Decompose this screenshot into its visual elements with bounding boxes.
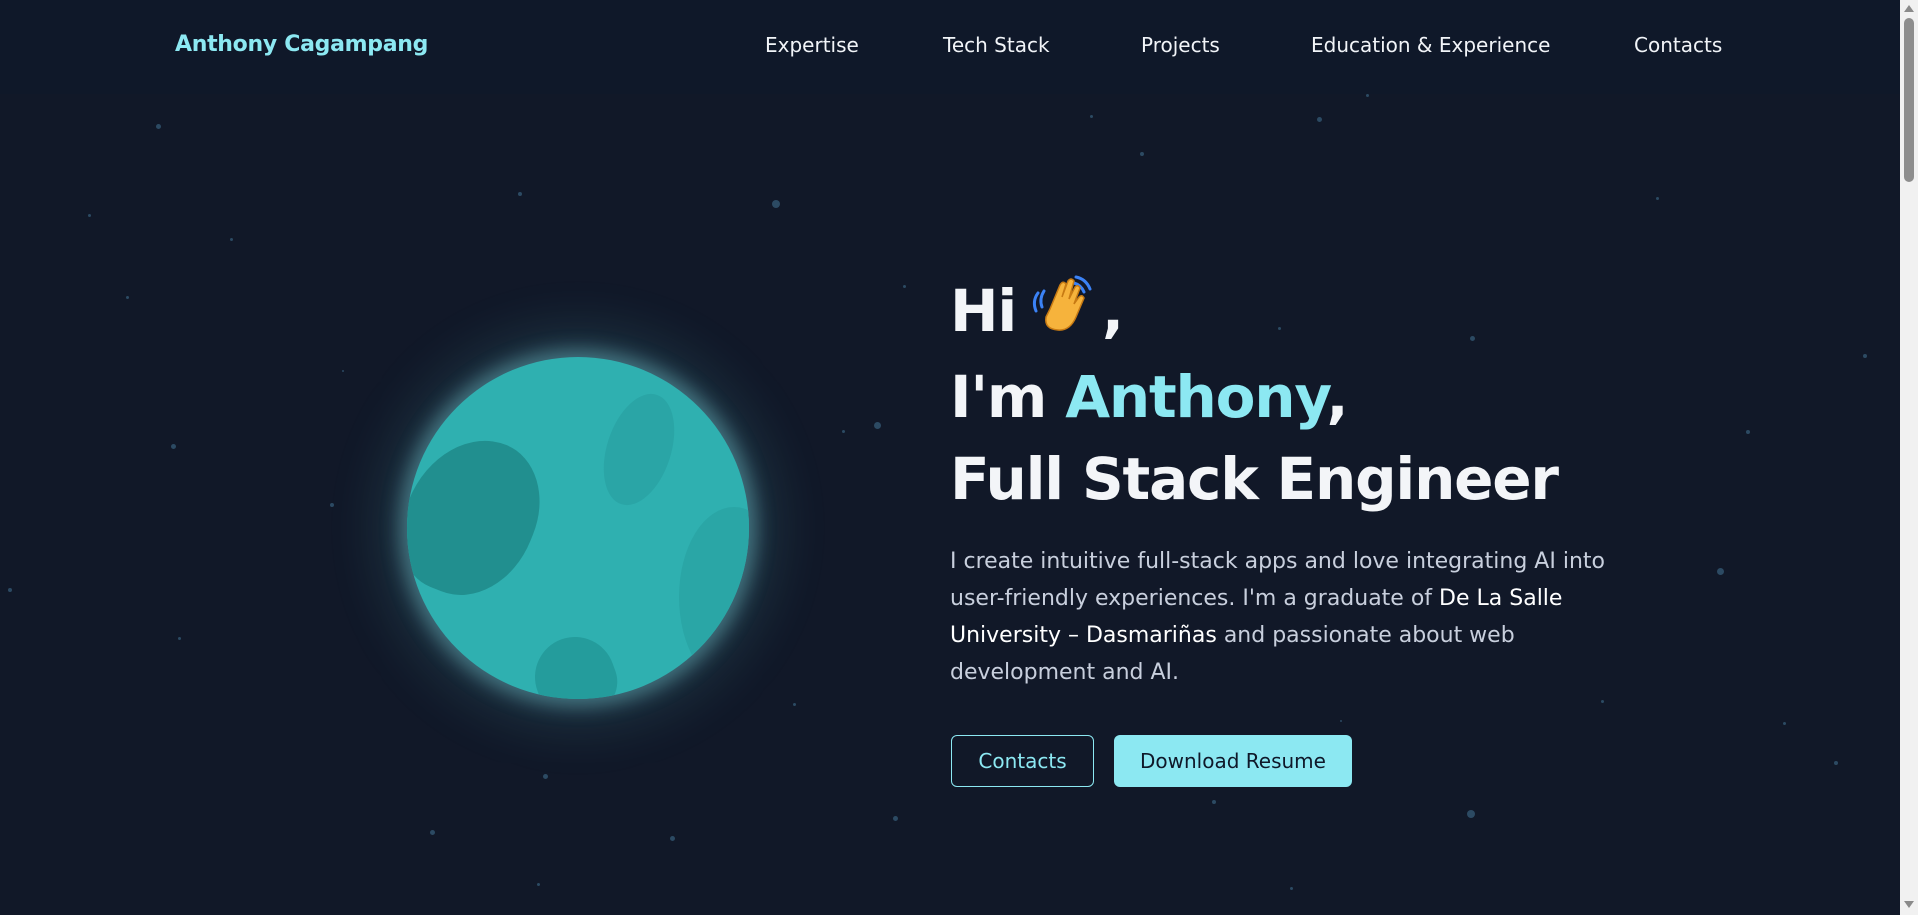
nav-links: Expertise Tech Stack Projects Education … bbox=[0, 33, 1900, 63]
star-dot bbox=[1746, 430, 1750, 434]
role-line: Full Stack Engineer bbox=[950, 445, 1559, 514]
star-dot bbox=[874, 422, 881, 429]
top-navbar: Anthony Cagampang Expertise Tech Stack P… bbox=[0, 0, 1900, 94]
name-line: I'm Anthony, bbox=[950, 356, 1650, 438]
star-dot bbox=[1717, 568, 1724, 575]
star-dot bbox=[772, 200, 780, 208]
greeting-line: Hi , bbox=[950, 270, 1650, 356]
planet-crater bbox=[523, 625, 627, 699]
star-dot bbox=[430, 830, 435, 835]
contacts-button[interactable]: Contacts bbox=[951, 735, 1094, 787]
star-dot bbox=[1212, 800, 1216, 804]
scroll-thumb[interactable] bbox=[1904, 18, 1914, 182]
star-dot bbox=[230, 238, 233, 241]
star-dot bbox=[670, 836, 675, 841]
planet-crater bbox=[679, 507, 749, 687]
download-resume-button[interactable]: Download Resume bbox=[1114, 735, 1352, 787]
star-dot bbox=[893, 816, 898, 821]
portfolio-page: Anthony Cagampang Expertise Tech Stack P… bbox=[0, 0, 1918, 915]
nav-link-tech-stack[interactable]: Tech Stack bbox=[943, 33, 1050, 57]
scroll-up-arrow-icon[interactable] bbox=[1904, 5, 1914, 12]
page-scrollbar[interactable] bbox=[1900, 0, 1918, 915]
star-dot bbox=[543, 774, 548, 779]
star-dot bbox=[342, 370, 344, 372]
planet-crater bbox=[407, 418, 561, 616]
planet-crater bbox=[590, 384, 688, 515]
star-dot bbox=[1140, 152, 1144, 156]
star-dot bbox=[1366, 94, 1369, 97]
star-dot bbox=[171, 444, 176, 449]
waving-hand-icon bbox=[1030, 273, 1096, 356]
star-dot bbox=[1783, 722, 1786, 725]
intro-paragraph: I create intuitive full-stack apps and l… bbox=[950, 543, 1610, 691]
greeting-comma: , bbox=[1102, 277, 1124, 345]
star-dot bbox=[1340, 720, 1342, 722]
star-dot bbox=[156, 124, 161, 129]
star-dot bbox=[1601, 700, 1604, 703]
star-dot bbox=[903, 285, 906, 288]
name-comma: , bbox=[1326, 363, 1348, 432]
star-dot bbox=[1834, 761, 1838, 765]
star-dot bbox=[1467, 810, 1475, 818]
nav-link-expertise[interactable]: Expertise bbox=[765, 33, 859, 57]
nav-link-education-experience[interactable]: Education & Experience bbox=[1311, 33, 1550, 57]
star-dot bbox=[1863, 354, 1867, 358]
hero-heading: Hi , I'm Anthony, Full Stack Engineer bbox=[950, 270, 1650, 520]
im-text: I'm bbox=[950, 363, 1047, 432]
nav-link-projects[interactable]: Projects bbox=[1141, 33, 1220, 57]
nav-link-contacts[interactable]: Contacts bbox=[1634, 33, 1722, 57]
highlighted-name: Anthony bbox=[1065, 363, 1327, 432]
star-dot bbox=[8, 588, 12, 592]
star-dot bbox=[1090, 115, 1093, 118]
star-dot bbox=[1317, 117, 1322, 122]
star-dot bbox=[537, 883, 540, 886]
star-dot bbox=[1656, 197, 1659, 200]
star-dot bbox=[518, 192, 522, 196]
star-dot bbox=[793, 703, 796, 706]
star-dot bbox=[126, 296, 129, 299]
greeting-text: Hi bbox=[950, 277, 1017, 345]
star-dot bbox=[1290, 887, 1293, 890]
planet-illustration bbox=[407, 357, 749, 699]
star-dot bbox=[178, 637, 181, 640]
star-dot bbox=[842, 430, 845, 433]
star-dot bbox=[330, 503, 334, 507]
scroll-down-arrow-icon[interactable] bbox=[1904, 901, 1914, 908]
star-dot bbox=[88, 214, 91, 217]
